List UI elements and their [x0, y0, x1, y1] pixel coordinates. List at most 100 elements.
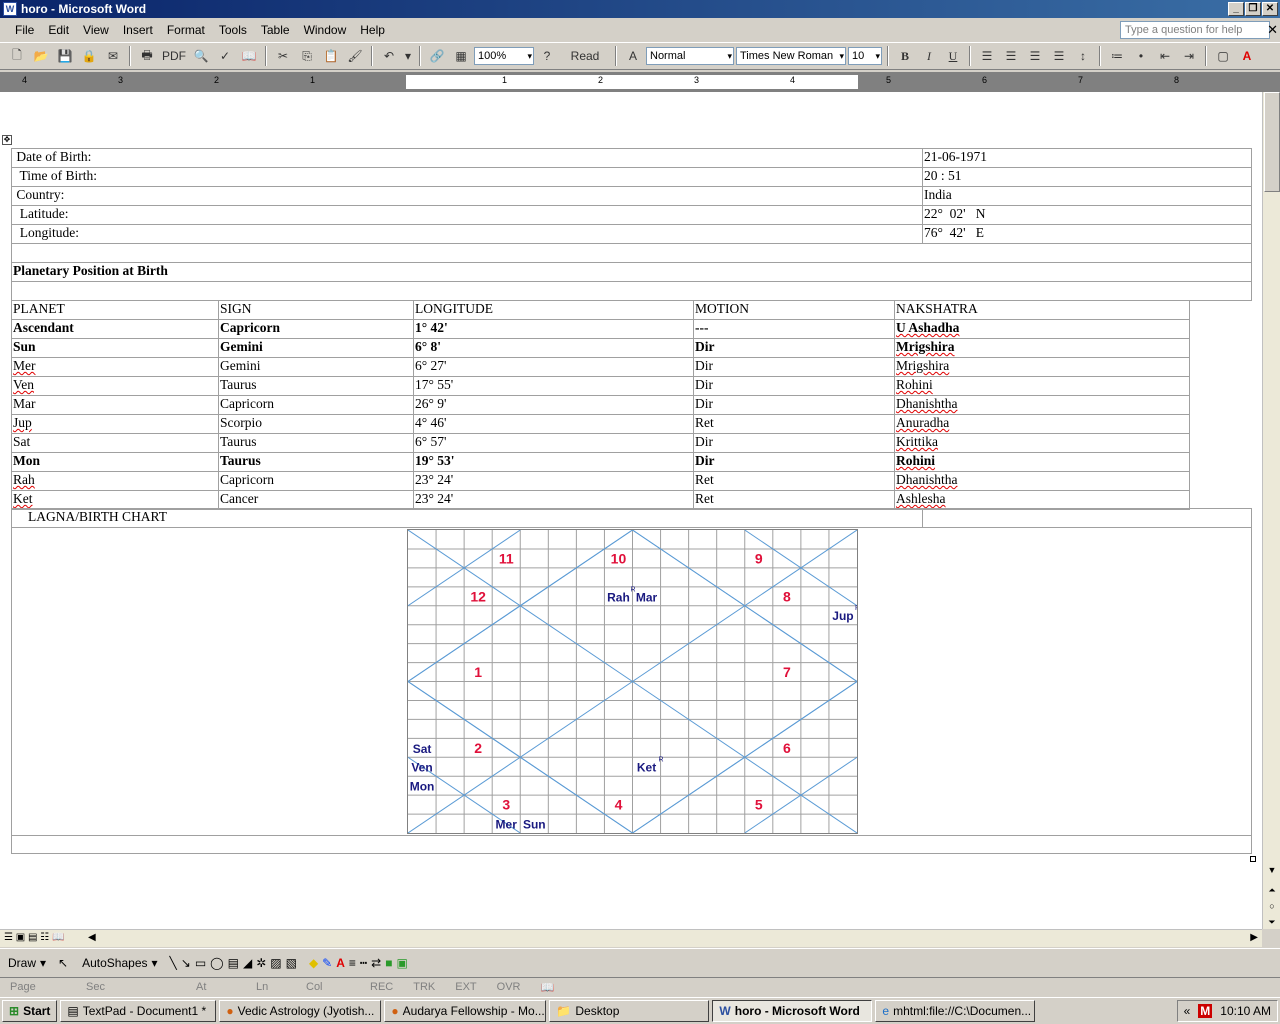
birth-label[interactable]: Time of Birth:	[11, 167, 923, 187]
column-header[interactable]: PLANET	[11, 300, 219, 320]
borders-icon[interactable]: ▢	[1212, 45, 1234, 67]
planet-cell[interactable]: Sun	[11, 338, 219, 358]
taskbar-item-textpad[interactable]: ▤ TextPad - Document1 *	[60, 1000, 217, 1022]
empty-cell[interactable]	[11, 281, 1252, 301]
rectangle-icon[interactable]: ▭	[195, 956, 206, 970]
read-button[interactable]: Read	[560, 45, 610, 67]
birth-value[interactable]: 20 : 51	[922, 167, 1252, 187]
menu-insert[interactable]: Insert	[116, 23, 160, 37]
longitude-cell[interactable]: 1° 42'	[413, 319, 694, 339]
undo-icon[interactable]: ↶	[378, 45, 400, 67]
justify-icon[interactable]: ☰	[1048, 45, 1070, 67]
sign-cell[interactable]: Taurus	[218, 433, 414, 453]
planet-cell[interactable]: Mar	[11, 395, 219, 415]
email-icon[interactable]: ✉	[102, 45, 124, 67]
select-browse-object-icon[interactable]: ○	[1264, 898, 1280, 914]
print-preview-icon[interactable]: 🔍	[190, 45, 212, 67]
line-style-icon[interactable]: ≡	[349, 956, 356, 970]
birth-value[interactable]: 22° 02' N	[922, 205, 1252, 225]
status-rec[interactable]: REC	[360, 981, 403, 993]
open-folder-icon[interactable]: 📂	[30, 45, 52, 67]
menu-window[interactable]: Window	[297, 23, 354, 37]
taskbar-item-word[interactable]: Whoro - Microsoft Word	[712, 1000, 873, 1022]
decrease-indent-icon[interactable]: ⇤	[1154, 45, 1176, 67]
bullets-icon[interactable]: •	[1130, 45, 1152, 67]
nakshatra-cell[interactable]: U Ashadha	[894, 319, 1190, 339]
status-trk[interactable]: TRK	[403, 981, 445, 993]
longitude-cell[interactable]: 26° 9'	[413, 395, 694, 415]
birth-value[interactable]: 76° 42' E	[922, 224, 1252, 244]
empty-cell[interactable]	[922, 508, 1252, 528]
status-ovr[interactable]: OVR	[487, 981, 531, 993]
motion-cell[interactable]: Dir	[693, 433, 895, 453]
column-header[interactable]: MOTION	[693, 300, 895, 320]
motion-cell[interactable]: Dir	[693, 357, 895, 377]
arrow-style-icon[interactable]: ⇄	[371, 956, 381, 970]
new-document-icon[interactable]: 🗋	[6, 45, 28, 67]
minimize-button[interactable]: _	[1228, 2, 1244, 16]
menu-help[interactable]: Help	[353, 23, 392, 37]
table-resize-handle-icon[interactable]	[1250, 856, 1256, 862]
longitude-cell[interactable]: 19° 53'	[413, 452, 694, 472]
styles-formatting-icon[interactable]: A	[622, 45, 644, 67]
format-painter-icon[interactable]: 🖌	[344, 45, 366, 67]
table-move-handle-icon[interactable]: ✥	[2, 135, 12, 145]
restore-button[interactable]: ❐	[1245, 2, 1261, 16]
horizontal-scrollbar[interactable]: ☰ ▣ ▤ ☷ 📖 ◀ ▶	[0, 929, 1262, 947]
bold-icon[interactable]: B	[894, 45, 916, 67]
document-close-icon[interactable]: ✕	[1267, 22, 1278, 38]
birth-label[interactable]: Longitude:	[11, 224, 923, 244]
column-header[interactable]: NAKSHATRA	[894, 300, 1190, 320]
motion-cell[interactable]: Dir	[693, 376, 895, 396]
vertical-scrollbar[interactable]: ▲ ▼ ⏶ ○ ⏷	[1262, 92, 1280, 929]
motion-cell[interactable]: Ret	[693, 414, 895, 434]
sign-cell[interactable]: Capricorn	[218, 471, 414, 491]
motion-cell[interactable]: Dir	[693, 338, 895, 358]
planet-cell[interactable]: Sat	[11, 433, 219, 453]
menu-format[interactable]: Format	[160, 23, 212, 37]
draw-dropdown-icon[interactable]: ▾	[40, 956, 46, 970]
line-color-icon[interactable]: ✎	[322, 956, 332, 970]
planet-cell[interactable]: Mer	[11, 357, 219, 377]
birth-label[interactable]: Date of Birth:	[11, 148, 923, 168]
lagna-birth-chart[interactable]: 111091281726345RahRMarJupRSatVenMonKetRM…	[407, 529, 860, 834]
nakshatra-cell[interactable]: Mrigshira	[894, 338, 1190, 358]
close-button[interactable]: ✕	[1262, 2, 1278, 16]
align-right-icon[interactable]: ☰	[1024, 45, 1046, 67]
arrow-icon[interactable]: ↘	[181, 956, 191, 970]
oval-icon[interactable]: ◯	[210, 956, 223, 970]
nakshatra-cell[interactable]: Ashlesha	[894, 490, 1190, 510]
sign-cell[interactable]: Taurus	[218, 376, 414, 396]
italic-icon[interactable]: I	[918, 45, 940, 67]
motion-cell[interactable]: ---	[693, 319, 895, 339]
word-app-icon[interactable]: W	[3, 2, 17, 16]
column-header[interactable]: LONGITUDE	[413, 300, 694, 320]
next-page-icon[interactable]: ⏷	[1264, 914, 1280, 930]
motion-cell[interactable]: Ret	[693, 471, 895, 491]
taskbar-item-firefox-audarya[interactable]: ● Audarya Fellowship - Mo...	[384, 1000, 547, 1022]
antivirus-icon[interactable]: M	[1198, 1004, 1213, 1018]
font-color-icon[interactable]: A	[1236, 45, 1258, 67]
dash-style-icon[interactable]: ┅	[360, 956, 367, 970]
research-icon[interactable]: 📖	[238, 45, 260, 67]
style-select[interactable]: Normal	[646, 47, 734, 65]
clipart-icon[interactable]: ▨	[270, 956, 281, 970]
paste-icon[interactable]: 📋	[320, 45, 342, 67]
tray-expand-icon[interactable]: «	[1184, 1004, 1191, 1018]
pdf-button[interactable]: PDF	[160, 45, 188, 67]
align-center-icon[interactable]: ☰	[1000, 45, 1022, 67]
scroll-left-icon[interactable]: ◀	[88, 932, 96, 943]
textbox-icon[interactable]: ▤	[228, 956, 239, 970]
scroll-thumb[interactable]	[1264, 92, 1280, 192]
longitude-cell[interactable]: 23° 24'	[413, 471, 694, 491]
underline-icon[interactable]: U	[942, 45, 964, 67]
line-spacing-icon[interactable]: ↕	[1072, 45, 1094, 67]
previous-page-icon[interactable]: ⏶	[1264, 882, 1280, 898]
autoshapes-dropdown-icon[interactable]: ▾	[152, 956, 158, 970]
sign-cell[interactable]: Capricorn	[218, 395, 414, 415]
nakshatra-cell[interactable]: Rohini	[894, 452, 1190, 472]
birth-value[interactable]: India	[922, 186, 1252, 206]
sign-cell[interactable]: Cancer	[218, 490, 414, 510]
font-select[interactable]: Times New Roman	[736, 47, 846, 65]
birth-label[interactable]: Country:	[11, 186, 923, 206]
